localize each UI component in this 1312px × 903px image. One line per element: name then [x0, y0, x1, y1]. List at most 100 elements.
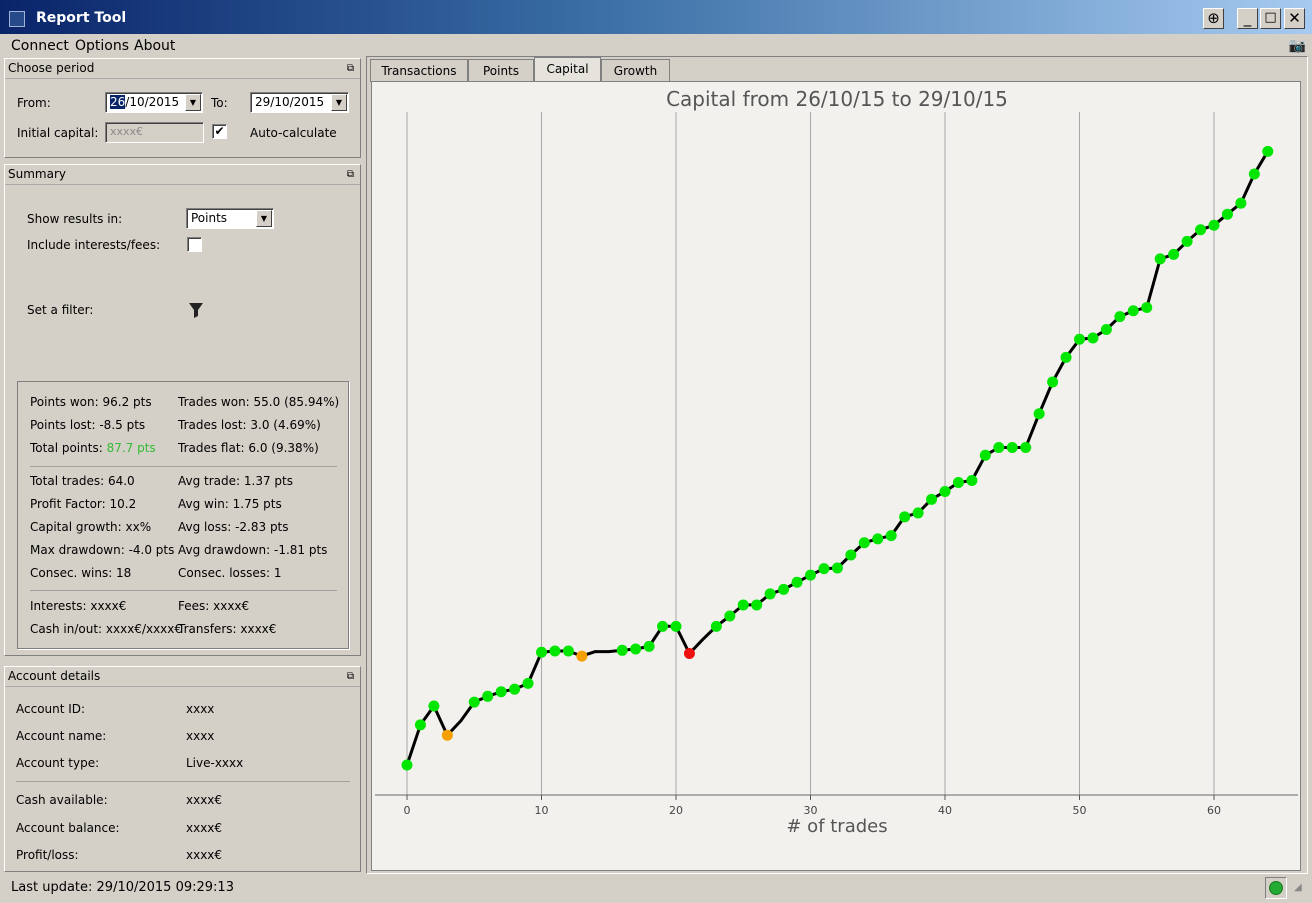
trades-won: Trades won: 55.0 (85.94%)	[178, 395, 340, 409]
tab-points[interactable]: Points	[468, 59, 534, 82]
data-point-win	[549, 645, 561, 657]
account-id-value: xxxx	[186, 702, 215, 716]
data-point-win	[1114, 311, 1126, 323]
cash-in-out: Cash in/out: xxxx€/xxxx€	[30, 622, 183, 636]
capital-series-line	[405, 150, 1270, 766]
chevron-down-icon[interactable]: ▼	[185, 94, 201, 111]
consec-wins: Consec. wins: 18	[30, 566, 132, 580]
menu-about[interactable]: About	[134, 38, 175, 54]
show-results-label: Show results in:	[27, 212, 123, 226]
filter-icon[interactable]	[188, 301, 204, 319]
data-point-win	[939, 486, 951, 498]
data-point-win	[805, 569, 816, 581]
data-point-win	[468, 696, 480, 708]
data-point-flat	[576, 650, 588, 662]
x-tick-label: 40	[938, 804, 952, 817]
x-tick-label: 10	[535, 804, 549, 817]
data-point-win	[630, 643, 642, 655]
trades-flat: Trades flat: 6.0 (9.38%)	[178, 441, 319, 455]
undock-icon[interactable]: ⧉	[347, 59, 354, 78]
account-id-label: Account ID:	[16, 702, 86, 716]
profit-factor: Profit Factor: 10.2	[30, 497, 137, 511]
window-title: Report Tool	[36, 10, 127, 26]
avg-drawdown: Avg drawdown: -1.81 pts	[178, 543, 328, 557]
camera-icon[interactable]: 📷	[1289, 38, 1306, 54]
title-bar: Report Tool ⊕ _ □ ✕	[0, 0, 1312, 36]
data-point-win	[818, 563, 830, 575]
undock-icon[interactable]: ⧉	[347, 667, 354, 686]
tab-growth[interactable]: Growth	[601, 59, 670, 82]
auto-calculate-checkbox[interactable]: ✔	[212, 124, 227, 139]
undock-icon[interactable]: ⧉	[347, 165, 354, 184]
total-trades: Total trades: 64.0	[30, 474, 135, 488]
max-drawdown: Max drawdown: -4.0 pts	[30, 543, 175, 557]
minimize-button[interactable]: _	[1237, 8, 1258, 29]
data-point-win	[1154, 253, 1166, 265]
fees: Fees: xxxx€	[178, 599, 250, 613]
panel-title: Choose period	[8, 61, 95, 75]
data-point-win	[536, 646, 547, 658]
data-point-win	[562, 645, 574, 657]
initial-capital-input[interactable]: xxxx€	[105, 122, 204, 143]
capital-chart: Capital from 26/10/15 to 29/10/150 10 20 30…	[375, 87, 1298, 837]
data-point-win	[1100, 324, 1112, 336]
filter-label: Set a filter:	[27, 303, 94, 317]
chevron-down-icon[interactable]: ▼	[331, 94, 347, 111]
tab-capital[interactable]: Capital	[534, 57, 601, 83]
data-point-win	[414, 719, 426, 731]
menu-options[interactable]: Options	[75, 38, 129, 54]
data-point-win	[522, 677, 534, 689]
to-date-combo[interactable]: 29/10/2015 ▼	[250, 92, 349, 113]
capital-growth: Capital growth: xx%	[30, 520, 152, 534]
chart-area: Capital from 26/10/15 to 29/10/15 0 10 20 30…	[371, 81, 1301, 871]
data-point-win	[993, 441, 1005, 453]
x-axis-label: # of trades	[786, 816, 887, 837]
trades-lost: Trades lost: 3.0 (4.69%)	[178, 418, 321, 432]
menu-bar: Connect Options About 📷	[0, 36, 1312, 56]
close-button[interactable]: ✕	[1284, 8, 1305, 29]
total-points: Total points: 87.7 pts	[30, 441, 156, 455]
profit-loss-label: Profit/loss:	[16, 848, 79, 862]
tab-transactions[interactable]: Transactions	[370, 59, 468, 82]
from-day-selected: 26	[110, 95, 126, 109]
divider	[30, 590, 337, 591]
data-point-win	[509, 683, 521, 695]
divider	[30, 466, 337, 467]
points-lost: Points lost: -8.5 pts	[30, 418, 146, 432]
resize-grip-icon[interactable]: ◢	[1294, 882, 1302, 893]
data-point-win	[1020, 441, 1032, 453]
move-window-icon[interactable]: ⊕	[1203, 8, 1224, 29]
data-point-flat	[441, 729, 453, 741]
data-point-win	[1060, 351, 1072, 363]
menu-connect[interactable]: Connect	[11, 38, 69, 54]
data-point-win	[966, 475, 978, 487]
summary-panel: Summary ⧉ Show results in: Points ▼ Incl…	[4, 164, 361, 656]
chevron-down-icon[interactable]: ▼	[256, 210, 272, 227]
data-point-win	[872, 533, 884, 545]
data-point-loss	[683, 648, 695, 660]
from-date-combo[interactable]: 26/10/2015 ▼	[105, 92, 203, 113]
include-fees-label: Include interests/fees:	[27, 238, 161, 252]
account-type-value: Live-xxxx	[186, 756, 244, 770]
data-point-win	[495, 686, 507, 698]
data-point-win	[1181, 235, 1193, 247]
data-point-win	[1087, 332, 1099, 344]
data-point-win	[885, 530, 897, 542]
data-point-win	[791, 576, 803, 588]
data-point-win	[1262, 145, 1274, 157]
data-point-win	[724, 610, 736, 622]
show-results-combo[interactable]: Points ▼	[186, 208, 274, 229]
data-point-win	[926, 493, 938, 505]
maximize-button[interactable]: □	[1260, 8, 1281, 29]
data-point-win	[1221, 208, 1233, 220]
data-point-win	[764, 588, 776, 600]
data-point-win	[1127, 305, 1139, 317]
transfers: Transfers: xxxx€	[178, 622, 277, 636]
data-point-win	[858, 537, 870, 549]
panel-title: Summary	[8, 167, 66, 181]
points-won: Points won: 96.2 pts	[30, 395, 152, 409]
data-point-win	[899, 511, 911, 523]
include-fees-checkbox[interactable]	[187, 237, 202, 252]
data-point-win	[845, 549, 857, 561]
profit-loss-value: xxxx€	[186, 848, 223, 862]
